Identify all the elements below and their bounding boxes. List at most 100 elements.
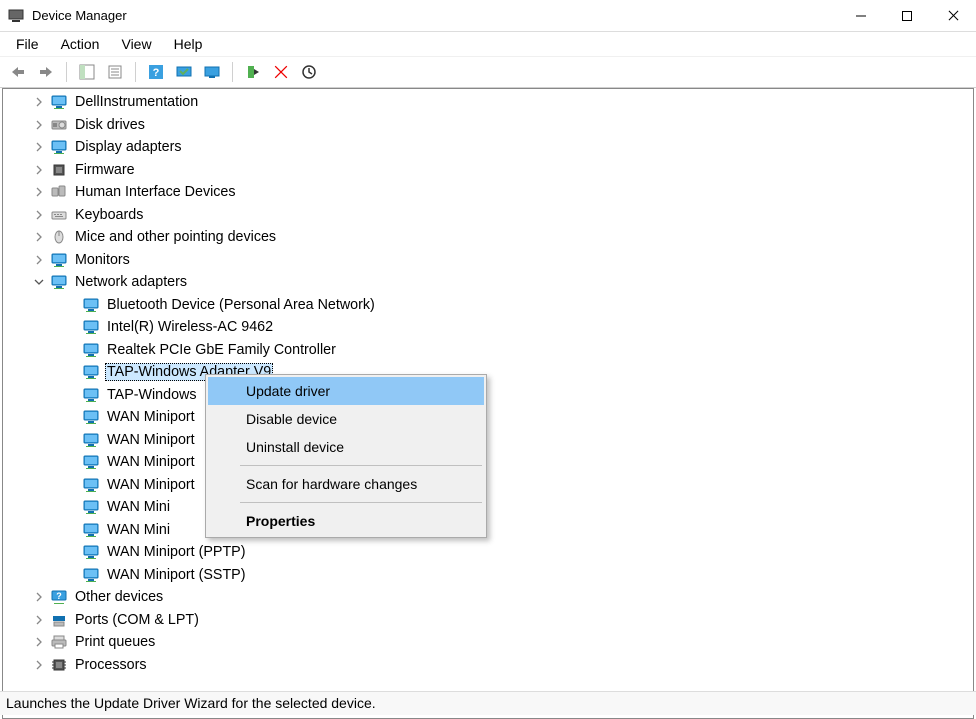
tree-category-label: Disk drives bbox=[73, 116, 147, 134]
maximize-button[interactable] bbox=[884, 0, 930, 31]
chevron-right-icon[interactable] bbox=[33, 209, 45, 221]
tree-device[interactable]: WAN Miniport bbox=[3, 406, 973, 429]
network-adapter-icon bbox=[83, 477, 99, 493]
tree-device[interactable]: WAN Miniport bbox=[3, 429, 973, 452]
tree-device-label: WAN Miniport (PPTP) bbox=[105, 543, 247, 561]
tree-category[interactable]: DellInstrumentation bbox=[3, 91, 973, 114]
tree-category-label: Processors bbox=[73, 656, 149, 674]
chevron-right-icon[interactable] bbox=[33, 186, 45, 198]
printer-icon bbox=[51, 634, 67, 650]
tree-category[interactable]: Firmware bbox=[3, 159, 973, 182]
tree-device[interactable]: WAN Mini bbox=[3, 519, 973, 542]
menu-file[interactable]: File bbox=[6, 34, 49, 54]
network-adapter-icon bbox=[83, 297, 99, 313]
chevron-down-icon[interactable] bbox=[33, 276, 45, 288]
tree-device[interactable]: WAN Miniport (PPTP) bbox=[3, 541, 973, 564]
tree-category[interactable]: Processors bbox=[3, 654, 973, 677]
help-button[interactable]: ? bbox=[144, 60, 168, 84]
tree-category[interactable]: Ports (COM & LPT) bbox=[3, 609, 973, 632]
tree-device[interactable]: WAN Miniport bbox=[3, 474, 973, 497]
chevron-right-icon[interactable] bbox=[33, 614, 45, 626]
tree-category[interactable]: Monitors bbox=[3, 249, 973, 272]
close-button[interactable] bbox=[930, 0, 976, 31]
enable-device-button[interactable] bbox=[241, 60, 265, 84]
context-menu-item[interactable]: Scan for hardware changes bbox=[208, 470, 484, 498]
toolbar-separator bbox=[66, 62, 67, 82]
tree-category[interactable]: Other devices bbox=[3, 586, 973, 609]
tree-category[interactable]: Keyboards bbox=[3, 204, 973, 227]
tree-device-label: Bluetooth Device (Personal Area Network) bbox=[105, 296, 377, 314]
chevron-right-icon[interactable] bbox=[33, 141, 45, 153]
title-bar: Device Manager bbox=[0, 0, 976, 32]
chevron-right-icon[interactable] bbox=[33, 659, 45, 671]
tree-device[interactable]: TAP-Windows bbox=[3, 384, 973, 407]
menu-action[interactable]: Action bbox=[51, 34, 110, 54]
chevron-right-icon[interactable] bbox=[33, 164, 45, 176]
menu-view[interactable]: View bbox=[111, 34, 161, 54]
monitor-icon bbox=[51, 252, 67, 268]
tree-device[interactable]: TAP-Windows Adapter V9 bbox=[3, 361, 973, 384]
menu-bar: File Action View Help bbox=[0, 32, 976, 56]
display-icon bbox=[51, 139, 67, 155]
context-menu-item[interactable]: Uninstall device bbox=[208, 433, 484, 461]
scan-hardware-button[interactable] bbox=[172, 60, 196, 84]
tree-device[interactable]: WAN Miniport (SSTP) bbox=[3, 564, 973, 587]
mouse-icon bbox=[51, 229, 67, 245]
tree-category[interactable]: Network adapters bbox=[3, 271, 973, 294]
tree-category[interactable]: Display adapters bbox=[3, 136, 973, 159]
tree-category-label: DellInstrumentation bbox=[73, 93, 200, 111]
tree-category[interactable]: Disk drives bbox=[3, 114, 973, 137]
tree-device[interactable]: WAN Mini bbox=[3, 496, 973, 519]
context-menu-item[interactable]: Disable device bbox=[208, 405, 484, 433]
hid-icon bbox=[51, 184, 67, 200]
ports-icon bbox=[51, 612, 67, 628]
chevron-right-icon[interactable] bbox=[33, 119, 45, 131]
context-menu-item[interactable]: Properties bbox=[208, 507, 484, 535]
tree-category-label: Keyboards bbox=[73, 206, 145, 224]
update-driver-button[interactable] bbox=[200, 60, 224, 84]
tree-device-label: WAN Miniport bbox=[105, 453, 197, 471]
tree-category[interactable]: Mice and other pointing devices bbox=[3, 226, 973, 249]
tree-device-label: WAN Miniport (SSTP) bbox=[105, 566, 247, 584]
tree-category-label: Print queues bbox=[73, 633, 157, 651]
disk-icon bbox=[51, 117, 67, 133]
tree-device[interactable]: Bluetooth Device (Personal Area Network) bbox=[3, 294, 973, 317]
context-menu-item[interactable]: Update driver bbox=[208, 377, 484, 405]
chevron-right-icon[interactable] bbox=[33, 591, 45, 603]
show-hide-tree-button[interactable] bbox=[75, 60, 99, 84]
properties-button[interactable] bbox=[103, 60, 127, 84]
tree-device-label: WAN Miniport bbox=[105, 408, 197, 426]
tree-device-label: Realtek PCIe GbE Family Controller bbox=[105, 341, 338, 359]
chevron-right-icon[interactable] bbox=[33, 254, 45, 266]
back-button[interactable] bbox=[6, 60, 30, 84]
toolbar-separator bbox=[232, 62, 233, 82]
forward-button[interactable] bbox=[34, 60, 58, 84]
device-tree[interactable]: DellInstrumentation Disk drives Display ad… bbox=[3, 89, 973, 718]
context-menu-separator bbox=[240, 502, 482, 503]
tree-category-label: Ports (COM & LPT) bbox=[73, 611, 201, 629]
firmware-icon bbox=[51, 162, 67, 178]
tree-category[interactable]: Human Interface Devices bbox=[3, 181, 973, 204]
menu-help[interactable]: Help bbox=[164, 34, 213, 54]
network-adapter-icon bbox=[83, 522, 99, 538]
chevron-right-icon[interactable] bbox=[33, 96, 45, 108]
context-menu: Update driverDisable deviceUninstall dev… bbox=[205, 374, 487, 538]
tree-device[interactable]: WAN Miniport bbox=[3, 451, 973, 474]
tree-category-label: Display adapters bbox=[73, 138, 184, 156]
uninstall-button[interactable] bbox=[269, 60, 293, 84]
network-icon bbox=[51, 274, 67, 290]
other-icon bbox=[51, 589, 67, 605]
minimize-button[interactable] bbox=[838, 0, 884, 31]
scan-changes-button[interactable] bbox=[297, 60, 321, 84]
app-icon bbox=[8, 8, 24, 24]
tree-device[interactable]: Intel(R) Wireless-AC 9462 bbox=[3, 316, 973, 339]
network-adapter-icon bbox=[83, 342, 99, 358]
network-adapter-icon bbox=[83, 544, 99, 560]
tree-category[interactable]: Print queues bbox=[3, 631, 973, 654]
network-adapter-icon bbox=[83, 364, 99, 380]
tree-device[interactable]: Realtek PCIe GbE Family Controller bbox=[3, 339, 973, 362]
processor-icon bbox=[51, 657, 67, 673]
chevron-right-icon[interactable] bbox=[33, 636, 45, 648]
tree-category-label: Human Interface Devices bbox=[73, 183, 238, 201]
chevron-right-icon[interactable] bbox=[33, 231, 45, 243]
